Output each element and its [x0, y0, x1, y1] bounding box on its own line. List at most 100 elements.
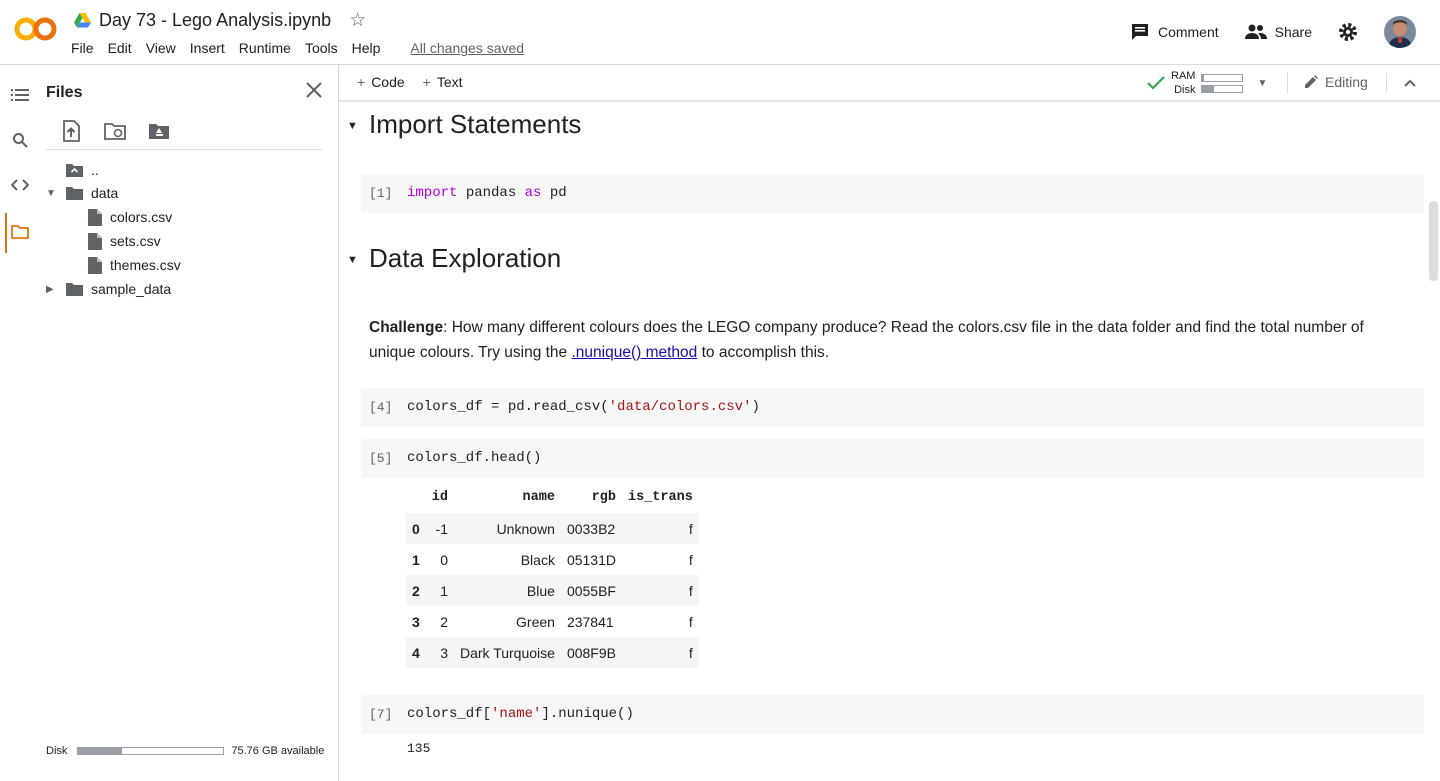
menu-edit[interactable]: Edit	[108, 40, 140, 56]
cell-prompt: [4]	[369, 400, 393, 415]
files-title: Files	[46, 84, 83, 101]
table-row: 0 -1 Unknown 0033B2 f	[406, 513, 699, 544]
tree-item-file[interactable]: colors.csv	[88, 206, 172, 228]
comment-button[interactable]: Comment	[1130, 22, 1219, 42]
save-status[interactable]: All changes saved	[410, 40, 532, 56]
table-cell: Black	[520, 551, 555, 568]
disk-usage-bar	[77, 747, 225, 755]
share-button[interactable]: Share	[1244, 24, 1312, 40]
plus-icon: +	[422, 74, 431, 90]
code-cell[interactable]: [5] colors_df.head()	[361, 439, 1424, 478]
scrollbar[interactable]	[1429, 201, 1438, 281]
search-icon[interactable]	[10, 130, 30, 150]
notebook-title[interactable]: Day 73 - Lego Analysis.ipynb	[99, 10, 331, 31]
disk-available: 75.76 GB available	[231, 745, 325, 757]
caret-down-icon[interactable]: ▼	[1257, 78, 1267, 89]
row-index: 3	[412, 613, 420, 630]
refresh-folder-icon[interactable]	[104, 120, 126, 142]
add-text-button[interactable]: + Text	[423, 74, 463, 90]
notebook-toolbar: + Code + Text RAM Disk ▼ Editing	[339, 65, 1440, 101]
tree-item-sample-folder[interactable]: ▶ sample_data	[46, 278, 171, 300]
column-header: id	[431, 490, 448, 505]
section-collapse-icon[interactable]: ▼	[347, 120, 358, 132]
code-cell[interactable]: [4] colors_df = pd.read_csv('data/colors…	[361, 388, 1424, 427]
upload-file-icon[interactable]	[60, 120, 82, 142]
menu-view[interactable]: View	[146, 40, 184, 56]
code-cell[interactable]: [1] import pandas as pd	[361, 174, 1424, 213]
challenge-text-end: to accomplish this.	[697, 344, 830, 361]
table-cell: f	[621, 637, 699, 668]
table-cell: Dark Turquoise	[454, 637, 561, 668]
cell-prompt: [1]	[369, 186, 393, 201]
chevron-down-icon[interactable]: ▼	[46, 188, 56, 199]
add-code-button[interactable]: + Code	[357, 74, 405, 90]
tree-item-label: sample_data	[91, 281, 172, 297]
text-cell[interactable]: Challenge: How many different colours do…	[369, 315, 1379, 365]
menu-bar: File Edit View Insert Runtime Tools Help…	[71, 40, 538, 56]
table-cell: 0033B2	[560, 513, 622, 544]
menu-file[interactable]: File	[71, 40, 102, 56]
close-icon[interactable]	[304, 80, 324, 100]
menu-help[interactable]: Help	[352, 40, 389, 56]
resources-indicator[interactable]: RAM Disk ▼	[1147, 69, 1267, 97]
table-cell: 0	[440, 551, 448, 568]
table-cell: 008F9B	[560, 637, 622, 668]
editing-mode-button[interactable]: Editing	[1303, 74, 1368, 90]
table-cell: 237841	[566, 613, 614, 630]
disk-usage-fill	[78, 748, 122, 754]
table-cell: 1	[425, 575, 454, 606]
tree-item-parent[interactable]: ..	[66, 159, 99, 181]
section-heading: Import Statements	[369, 109, 582, 139]
row-index: 0	[406, 513, 426, 544]
column-header: is_trans	[627, 490, 693, 505]
mount-drive-icon[interactable]	[148, 120, 170, 142]
divider	[46, 149, 322, 150]
active-indicator	[5, 213, 7, 253]
table-cell: 2	[440, 613, 448, 630]
pencil-icon	[1305, 75, 1318, 88]
column-header	[406, 486, 426, 513]
left-rail	[0, 65, 40, 781]
tree-item-file[interactable]: sets.csv	[88, 230, 161, 252]
code-snippets-icon[interactable]	[10, 175, 30, 195]
ram-bar-fill	[1202, 74, 1204, 81]
row-index: 4	[406, 637, 426, 668]
top-bar: Day 73 - Lego Analysis.ipynb ☆ File Edit…	[0, 0, 1440, 65]
nunique-link[interactable]: .nunique() method	[571, 344, 697, 361]
checkmark-icon	[1147, 76, 1165, 90]
menu-tools[interactable]: Tools	[305, 40, 346, 56]
column-header: name	[522, 490, 555, 505]
chevron-up-icon[interactable]	[1401, 74, 1419, 92]
tree-item-label: data	[91, 185, 119, 201]
row-index: 1	[412, 551, 420, 568]
folder-up-icon	[66, 164, 83, 177]
menu-runtime[interactable]: Runtime	[239, 40, 299, 56]
cell-code[interactable]: import pandas as pd	[407, 185, 567, 201]
file-icon	[88, 256, 102, 274]
tree-item-label: colors.csv	[110, 209, 173, 225]
cell-code[interactable]: colors_df.head()	[407, 450, 541, 466]
chevron-right-icon[interactable]: ▶	[46, 284, 56, 295]
disk-bar	[1201, 84, 1244, 93]
cell-code[interactable]: colors_df['name'].nunique()	[407, 706, 634, 722]
tree-item-file[interactable]: themes.csv	[88, 254, 181, 276]
row-index: 2	[406, 575, 426, 606]
section-collapse-icon[interactable]: ▼	[347, 254, 358, 266]
google-drive-icon[interactable]	[74, 13, 91, 28]
user-avatar[interactable]	[1384, 16, 1416, 48]
menu-insert[interactable]: Insert	[190, 40, 233, 56]
settings-gear-icon[interactable]	[1338, 22, 1358, 42]
star-icon[interactable]: ☆	[349, 11, 366, 30]
folder-icon[interactable]	[10, 222, 30, 242]
code-cell[interactable]: [7] colors_df['name'].nunique()	[361, 695, 1424, 734]
tree-item-data-folder[interactable]: ▼ data	[46, 182, 118, 204]
table-cell: Green	[516, 613, 555, 630]
file-icon	[88, 232, 102, 250]
files-panel: Files .. ▼ data colors.csv sets.csv them…	[40, 65, 339, 781]
table-of-contents-icon[interactable]	[10, 85, 30, 105]
tree-item-label: ..	[91, 162, 99, 178]
cell-code[interactable]: colors_df = pd.read_csv('data/colors.csv…	[407, 399, 760, 415]
tree-item-label: themes.csv	[110, 257, 181, 273]
colab-logo[interactable]	[14, 15, 58, 43]
cell-prompt: [7]	[369, 707, 393, 722]
